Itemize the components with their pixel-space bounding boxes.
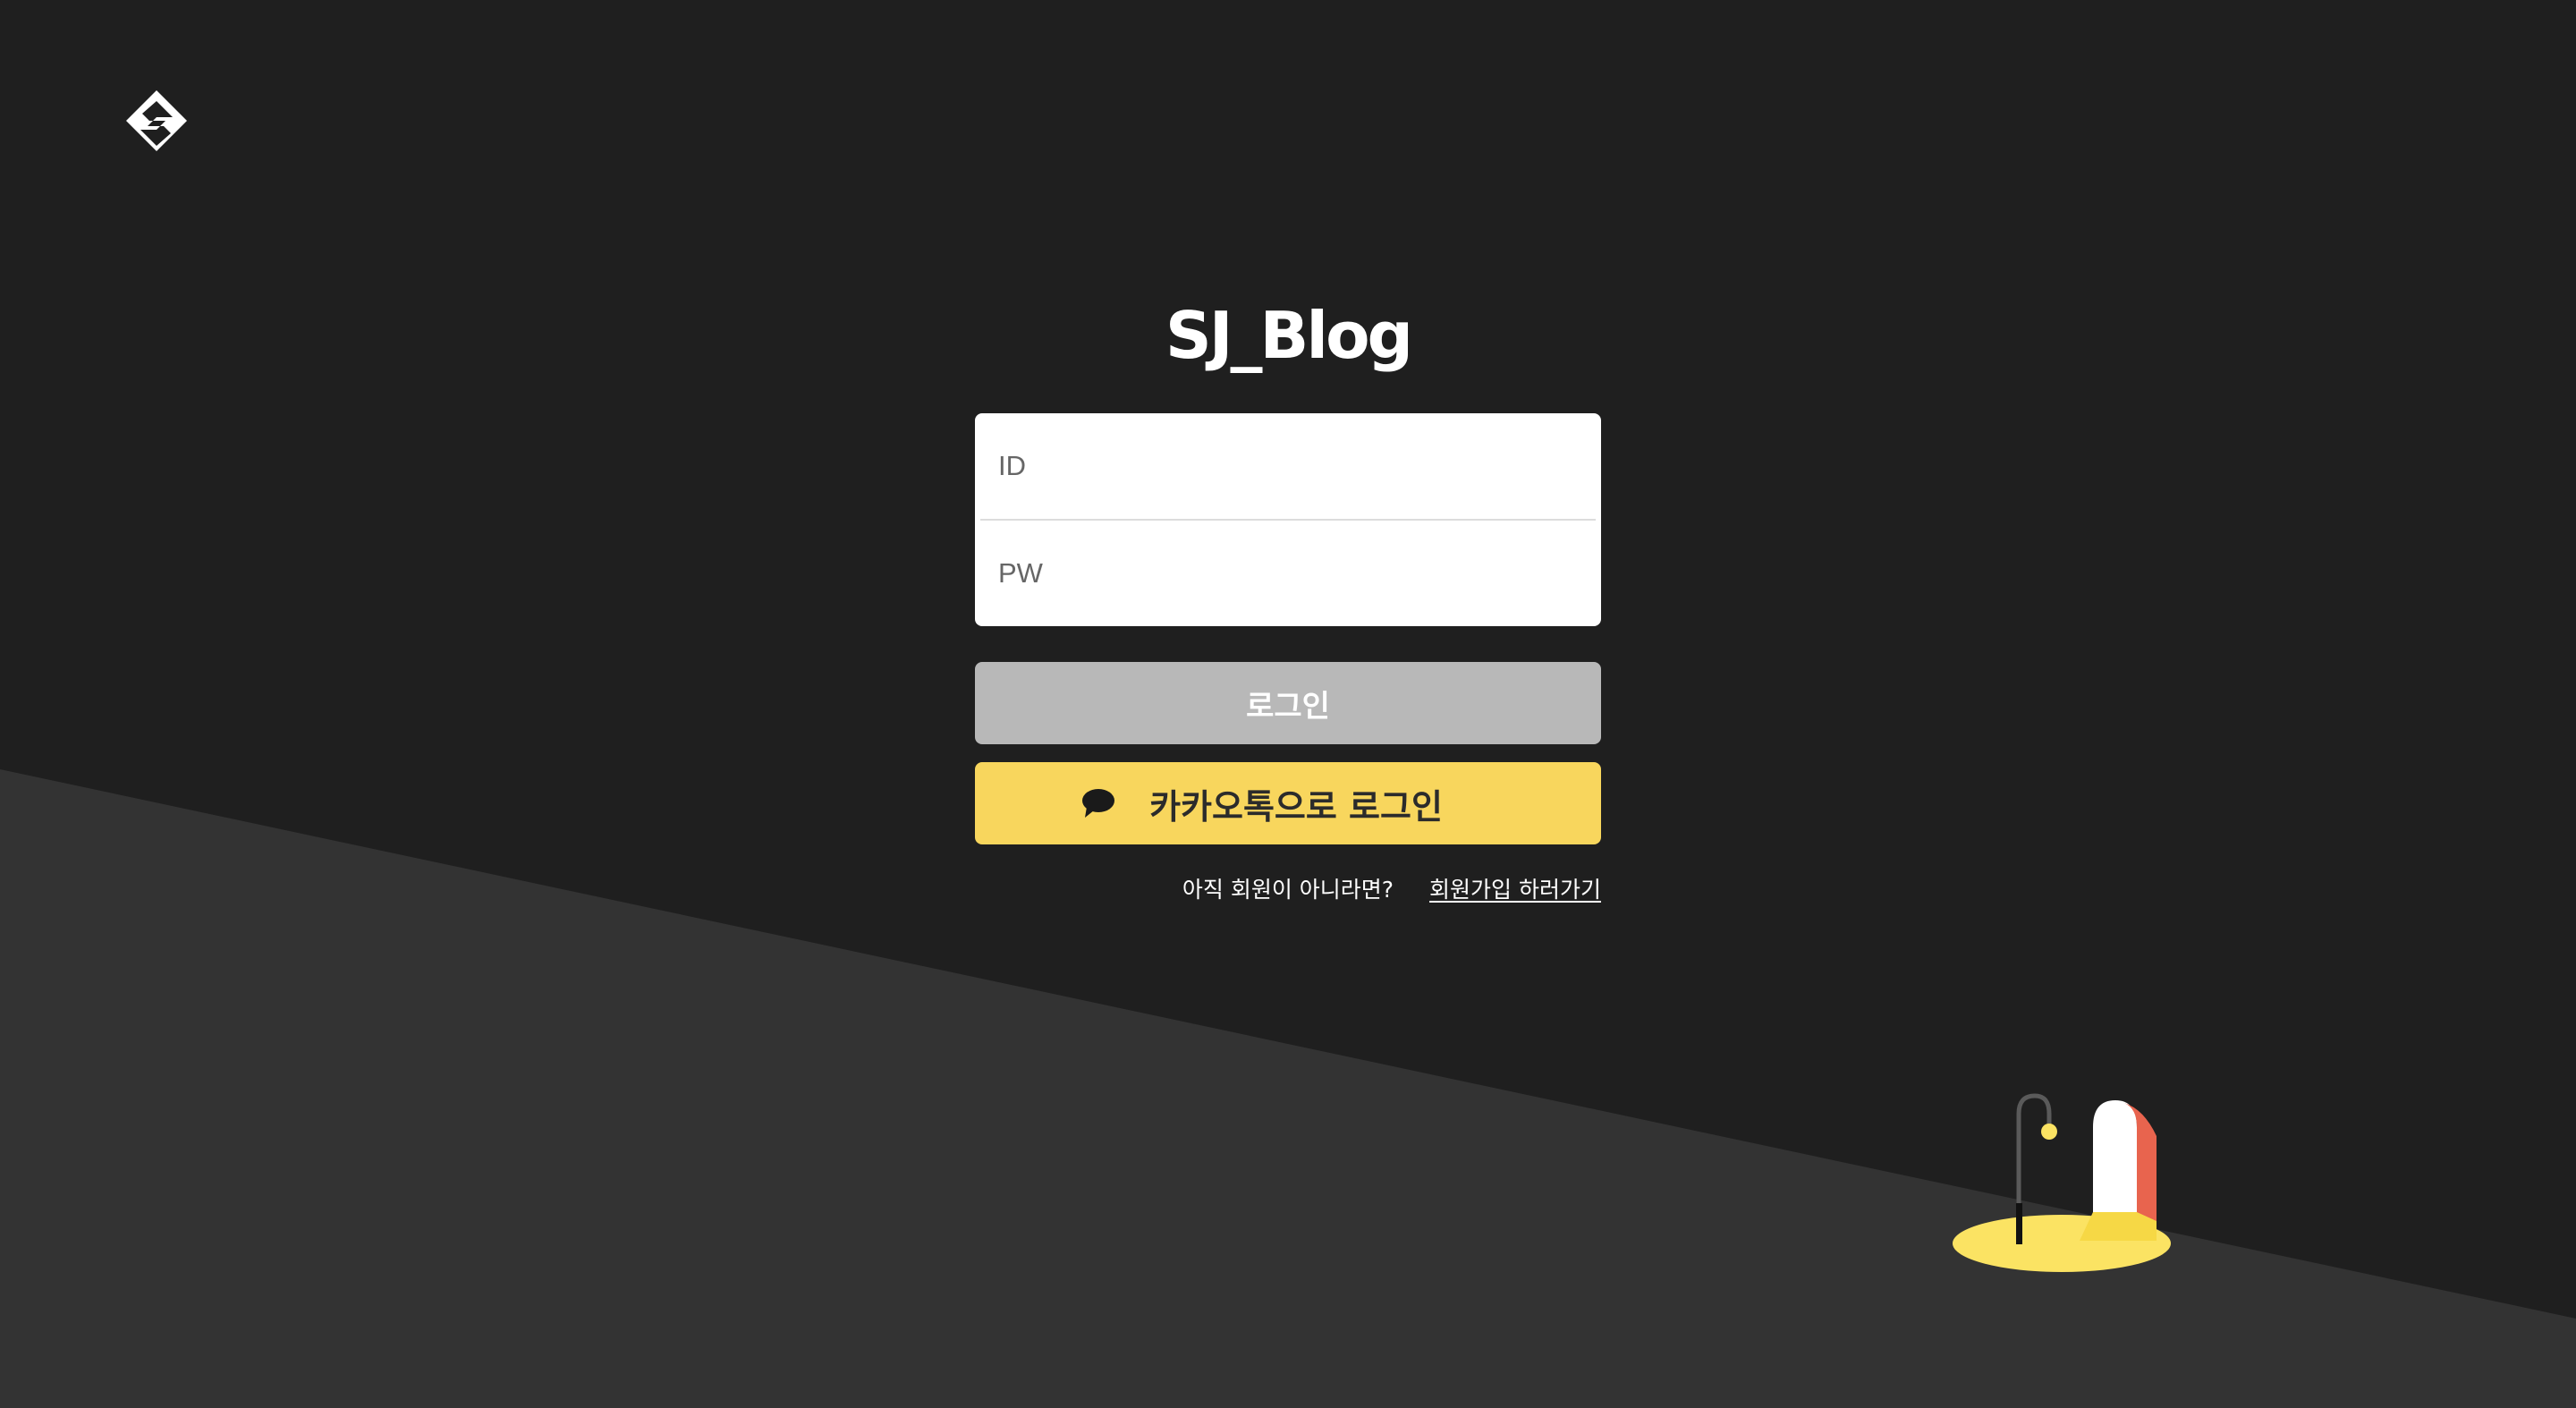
door-lamp-illustration: [1953, 1093, 2171, 1272]
logo-icon[interactable]: [121, 85, 192, 161]
speech-bubble-icon: [1082, 789, 1115, 818]
signup-question: 아직 회원이 아니라면?: [1182, 877, 1394, 903]
login-page: SJ_Blog 로그인 카카오톡으로 로그인 아직 회원이 아니라면? 회원가입…: [0, 0, 2576, 1408]
kakao-login-button[interactable]: 카카오톡으로 로그인: [975, 762, 1601, 844]
signup-prompt: 아직 회원이 아니라면? 회원가입 하러가기: [975, 872, 1601, 904]
login-input-group: [975, 413, 1601, 626]
kakao-login-label: 카카오톡으로 로그인: [1149, 786, 1443, 827]
login-button[interactable]: 로그인: [975, 662, 1601, 744]
id-input[interactable]: [975, 413, 1601, 519]
page-title: SJ_Blog: [1165, 298, 1413, 373]
password-input[interactable]: [975, 521, 1601, 626]
login-button-label: 로그인: [1246, 688, 1330, 725]
signup-link[interactable]: 회원가입 하러가기: [1429, 872, 1601, 904]
